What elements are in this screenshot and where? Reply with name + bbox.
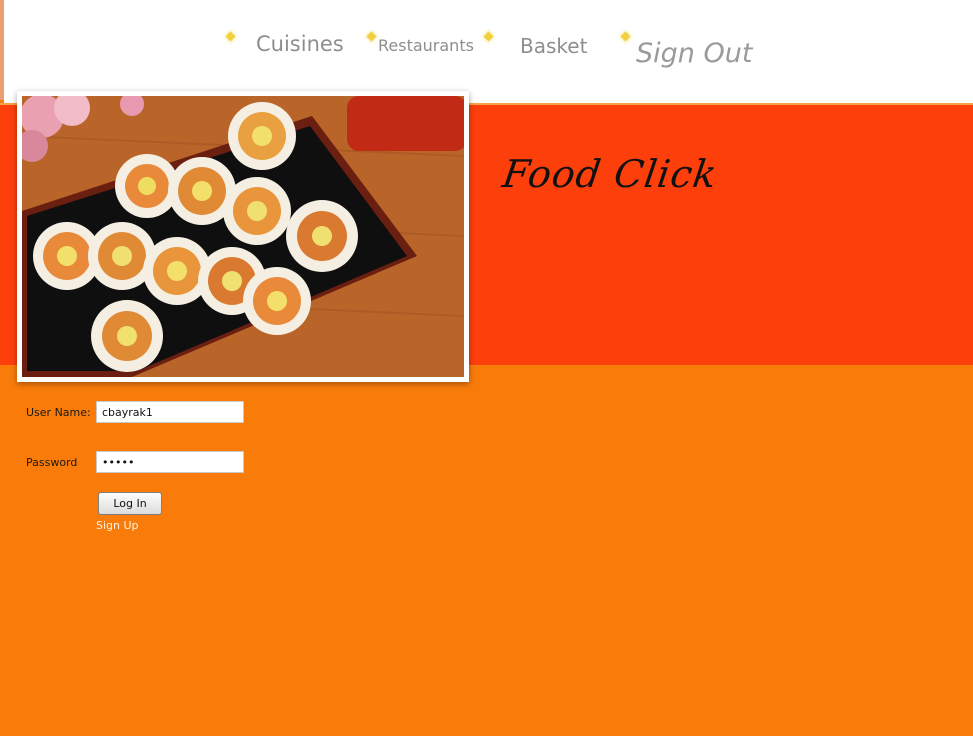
sign-up-link[interactable]: Sign Up	[96, 519, 139, 532]
top-navigation-bar	[4, 0, 973, 103]
password-input[interactable]	[96, 451, 244, 473]
nav-sign-out-link[interactable]: Sign Out	[636, 38, 752, 69]
hero-food-photo	[17, 91, 469, 382]
nav-restaurants-label: Restaurants	[378, 36, 474, 55]
sushi-tray-image	[22, 96, 464, 377]
nav-basket-label: Basket	[520, 34, 588, 58]
nav-cuisines-label: Cuisines	[256, 32, 344, 56]
password-label: Password	[26, 456, 78, 469]
nav-basket-link[interactable]: Basket	[520, 34, 587, 58]
nav-restaurants-link[interactable]: Restaurants	[378, 36, 474, 55]
nav-sign-out-label: Sign Out	[636, 38, 753, 69]
nav-cuisines-link[interactable]: Cuisines	[256, 32, 344, 56]
username-label: User Name:	[26, 406, 91, 419]
username-input[interactable]	[96, 401, 244, 423]
login-button[interactable]: Log In	[98, 492, 162, 515]
brand-title: Food Click	[499, 152, 721, 196]
